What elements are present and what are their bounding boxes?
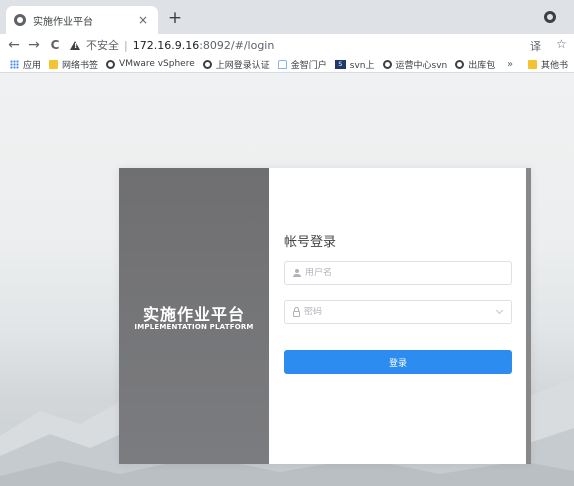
translate-icon[interactable]: 译 — [530, 38, 541, 54]
bookmark-label: svn上 — [349, 60, 375, 71]
login-card: 实施作业平台 IMPLEMENTATION PLATFORM 帐号登录 登录 — [119, 168, 531, 464]
tab-strip: 实施作业平台 × + — [0, 0, 574, 34]
reload-button[interactable]: C — [47, 37, 63, 53]
back-button[interactable]: ← — [6, 37, 22, 53]
brand-panel: 实施作业平台 IMPLEMENTATION PLATFORM — [119, 168, 269, 464]
apps-icon — [10, 59, 19, 69]
other-bookmarks[interactable]: 其他书 — [528, 56, 569, 72]
browser-toolbar: ← → C 不安全 | 172.16.9.16:8092/#/login 译 ☆ — [0, 34, 574, 56]
forward-button[interactable]: → — [26, 37, 42, 53]
globe-icon — [455, 59, 465, 69]
bookmark-svn[interactable]: S svn上 — [334, 58, 375, 71]
url-host: 172.16.9.16 — [132, 38, 200, 52]
bookmark-label: 网络书签 — [62, 60, 99, 71]
user-icon — [293, 269, 301, 277]
svn-icon: S — [334, 59, 346, 69]
brand-title: 实施作业平台 — [142, 305, 245, 324]
login-form: 帐号登录 登录 — [269, 168, 531, 464]
bookmarks-overflow-button[interactable]: » — [507, 56, 513, 72]
login-heading: 帐号登录 — [284, 235, 337, 250]
other-bookmarks-label: 其他书 — [541, 61, 569, 71]
globe-icon — [382, 59, 392, 69]
new-tab-button[interactable]: + — [165, 8, 185, 28]
bookmark-portal[interactable]: 金智门户 — [277, 58, 327, 71]
profile-icon[interactable] — [544, 11, 556, 23]
url-path: :8092/#/login — [199, 38, 275, 52]
bookmark-label: 上网登录认证 — [215, 60, 270, 71]
insecure-label[interactable]: 不安全 — [86, 37, 119, 53]
password-input[interactable] — [304, 307, 497, 317]
bookmark-label: VMware vSphere — [119, 59, 195, 69]
bookmark-label: 运营中心svn — [395, 60, 448, 71]
username-input[interactable] — [305, 268, 511, 278]
bookmark-vmware[interactable]: VMware vSphere — [106, 59, 195, 69]
tab-title: 实施作业平台 — [33, 16, 93, 28]
warning-icon[interactable] — [70, 40, 80, 50]
folder-icon — [528, 60, 537, 69]
chevron-down-icon[interactable] — [495, 306, 504, 315]
address-separator: | — [124, 38, 128, 52]
bookmarks-bar: 应用 网络书签 VMware vSphere 上网登录认证 金智门户 S svn… — [0, 56, 574, 73]
login-button[interactable]: 登录 — [284, 350, 512, 374]
globe-icon — [202, 59, 212, 69]
browser-tab[interactable]: 实施作业平台 × — [6, 6, 158, 34]
bookmark-label: 金智门户 — [290, 60, 327, 71]
close-tab-icon[interactable]: × — [136, 13, 150, 27]
bookmark-label: 出库包 — [468, 60, 496, 71]
bookmark-apps[interactable]: 应用 — [10, 58, 41, 71]
url-text[interactable]: 172.16.9.16:8092/#/login — [133, 39, 275, 52]
bookmark-login-auth[interactable]: 上网登录认证 — [202, 58, 270, 71]
home-icon — [277, 59, 287, 69]
password-field[interactable] — [284, 300, 512, 324]
brand-subtitle: IMPLEMENTATION PLATFORM — [134, 323, 254, 331]
bookmark-network[interactable]: 网络书签 — [49, 58, 98, 71]
globe-icon — [106, 59, 116, 69]
bookmark-star-icon[interactable]: ☆ — [556, 37, 567, 51]
bookmark-ops-svn[interactable]: 运营中心svn — [382, 58, 448, 71]
username-field[interactable] — [284, 261, 512, 285]
bookmark-package[interactable]: 出库包 — [455, 58, 495, 71]
address-bar[interactable]: 不安全 | 172.16.9.16:8092/#/login — [70, 36, 530, 54]
bookmark-label: 应用 — [23, 60, 42, 71]
lock-icon — [293, 306, 300, 317]
globe-icon — [14, 14, 26, 26]
login-page: 实施作业平台 IMPLEMENTATION PLATFORM 帐号登录 登录 — [0, 73, 574, 486]
folder-icon — [49, 59, 59, 69]
